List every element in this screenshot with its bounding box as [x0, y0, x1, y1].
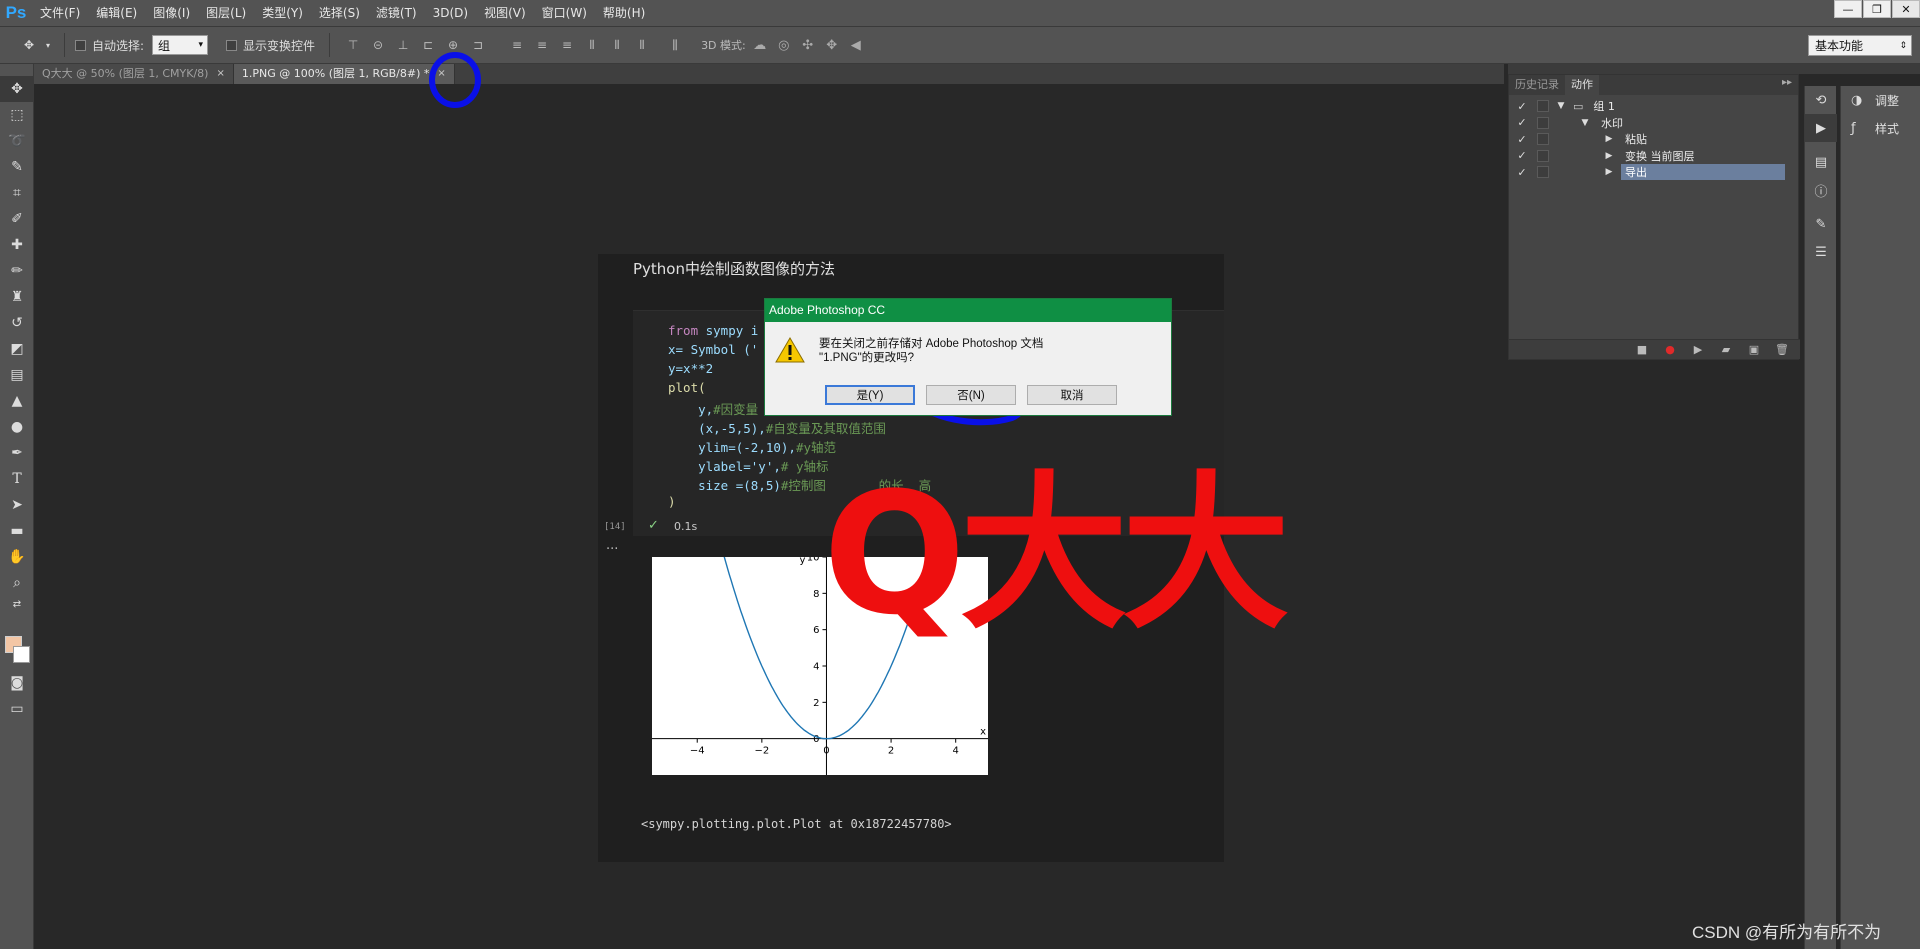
- delete-icon[interactable]: 🗑: [1774, 343, 1790, 357]
- action-label: 水印: [1601, 116, 1623, 130]
- csdn-credit: CSDN @有所为有所不为: [1692, 923, 1882, 942]
- save-changes-dialog: Adobe Photoshop CC 要在关闭之前存储对 Adobe Photo…: [764, 298, 1172, 416]
- dialog-toggle-box[interactable]: [1537, 149, 1549, 162]
- action-row[interactable]: ✓ ▶ 变换 当前图层: [1509, 147, 1785, 165]
- actions-footer: ■ ● ▶ ▰ ▣ 🗑: [1509, 339, 1800, 359]
- action-row[interactable]: ✓ ▶ 导出: [1509, 163, 1785, 181]
- yes-button[interactable]: 是(Y): [825, 385, 915, 405]
- cancel-button[interactable]: 取消: [1027, 385, 1117, 405]
- tool-presets-icon[interactable]: ☰: [1805, 238, 1837, 266]
- check-icon[interactable]: ✓: [1513, 100, 1531, 113]
- layer-comps-icon[interactable]: ▤: [1805, 148, 1837, 176]
- action-label: 变换 当前图层: [1625, 149, 1695, 163]
- dialog-toggle-box[interactable]: [1537, 133, 1549, 145]
- chevron-down-icon[interactable]: ▼: [1555, 101, 1567, 111]
- adjustments-panel-button[interactable]: ◑ 调整: [1841, 86, 1920, 114]
- tab-history[interactable]: 历史记录: [1509, 75, 1565, 95]
- panel-dock-strip: [1508, 64, 1920, 74]
- action-row[interactable]: ✓ ▶ 粘贴: [1509, 130, 1785, 148]
- panel-tabs: 历史记录 动作 ▸▸: [1509, 75, 1798, 95]
- brush-presets-icon[interactable]: ✎: [1805, 210, 1837, 238]
- fx-icon: ƒ: [1851, 120, 1856, 136]
- action-label: 组 1: [1593, 100, 1615, 113]
- new-set-icon[interactable]: ▰: [1718, 343, 1734, 357]
- actions-panel: 历史记录 动作 ▸▸ ✓ ▼ ▭ 组 1 ✓ ▼ 水印 ✓ ▶ 粘贴 ✓ ▶ 变换 当前图层 ✓ ▶ 导出 ■…: [1508, 74, 1800, 360]
- dialog-message-filename: "1.PNG"的更改吗?: [819, 352, 915, 364]
- adjustments-icon: ◑: [1851, 92, 1863, 108]
- adjustments-column: ◑ 调整 ƒ 样式: [1840, 86, 1920, 949]
- action-row[interactable]: ✓ ▼ 水印: [1509, 114, 1785, 132]
- dialog-toggle-box[interactable]: [1537, 166, 1549, 178]
- adjustments-label: 调整: [1875, 93, 1900, 108]
- chevron-right-icon[interactable]: ▶: [1603, 167, 1615, 177]
- stop-icon[interactable]: ■: [1634, 343, 1650, 357]
- play-icon[interactable]: ▶: [1690, 343, 1706, 357]
- check-icon[interactable]: ✓: [1513, 166, 1531, 179]
- panel-icon-column: ⟲ ▶ ▤ ⓘ ✎ ☰: [1804, 86, 1837, 949]
- chevron-down-icon[interactable]: ▼: [1579, 118, 1591, 128]
- folder-icon: ▭: [1573, 99, 1584, 113]
- styles-panel-button[interactable]: ƒ 样式: [1841, 114, 1920, 142]
- action-label: 导出: [1621, 164, 1785, 180]
- tab-actions[interactable]: 动作: [1565, 75, 1599, 95]
- check-icon[interactable]: ✓: [1513, 149, 1531, 162]
- check-icon[interactable]: ✓: [1513, 133, 1531, 146]
- action-label: 粘贴: [1625, 133, 1647, 146]
- dialog-toggle-box[interactable]: [1537, 116, 1549, 129]
- no-button[interactable]: 否(N): [926, 385, 1016, 405]
- action-row[interactable]: ✓ ▼ ▭ 组 1: [1509, 97, 1785, 115]
- warning-icon: [775, 337, 805, 363]
- watermark-text: Q大大: [823, 456, 1288, 652]
- new-action-icon[interactable]: ▣: [1746, 343, 1762, 357]
- history-icon[interactable]: ⟲: [1805, 86, 1837, 114]
- styles-label: 样式: [1875, 121, 1900, 136]
- check-icon[interactable]: ✓: [1513, 116, 1531, 129]
- record-icon[interactable]: ●: [1662, 343, 1678, 357]
- dialog-toggle-box[interactable]: [1537, 100, 1549, 112]
- annotation-circle-tab: [429, 52, 481, 108]
- chevron-right-icon[interactable]: ▶: [1603, 151, 1615, 161]
- panel-menu-icon[interactable]: ▸▸: [1782, 77, 1792, 88]
- info-icon[interactable]: ⓘ: [1805, 176, 1837, 204]
- dialog-title: Adobe Photoshop CC: [765, 299, 1171, 322]
- actions-play-icon[interactable]: ▶: [1805, 114, 1837, 142]
- chevron-right-icon[interactable]: ▶: [1603, 134, 1615, 144]
